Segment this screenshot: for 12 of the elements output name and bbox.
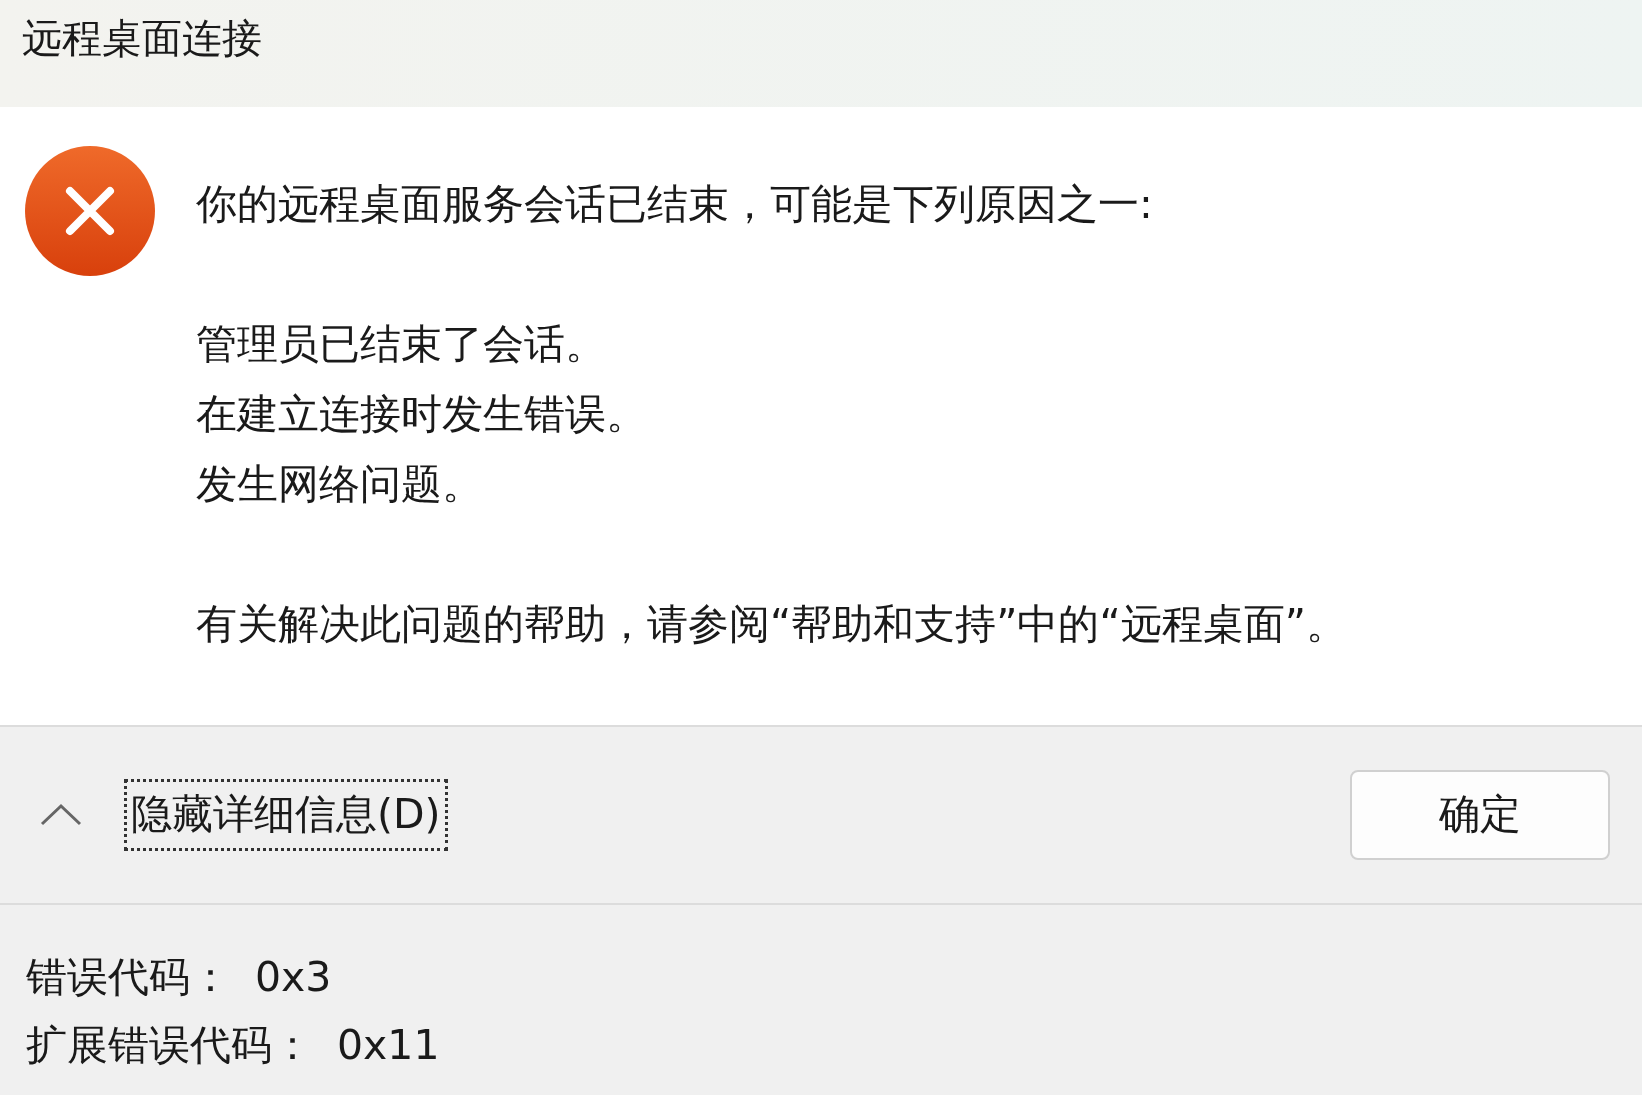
reason-text: 发生网络问题。: [196, 459, 484, 510]
reason-text: 在建立连接时发生错误。: [196, 389, 648, 440]
detail-value: 0x3: [255, 952, 332, 1003]
detail-label: 错误代码：: [26, 952, 231, 1003]
error-icon: [24, 145, 156, 277]
help-text: 有关解决此问题的帮助，请参阅“帮助和支持”中的“远程桌面”。: [196, 599, 1347, 650]
reason-text: 管理员已结束了会话。: [196, 319, 607, 370]
window-title: 远程桌面连接: [22, 15, 262, 61]
message-text: 你的远程桌面服务会话已结束，可能是下列原因之一:: [196, 179, 1154, 230]
detail-label: 扩展错误代码：: [26, 1020, 313, 1071]
detail-value: 0x11: [337, 1020, 440, 1071]
ok-button[interactable]: 确定: [1350, 770, 1610, 860]
